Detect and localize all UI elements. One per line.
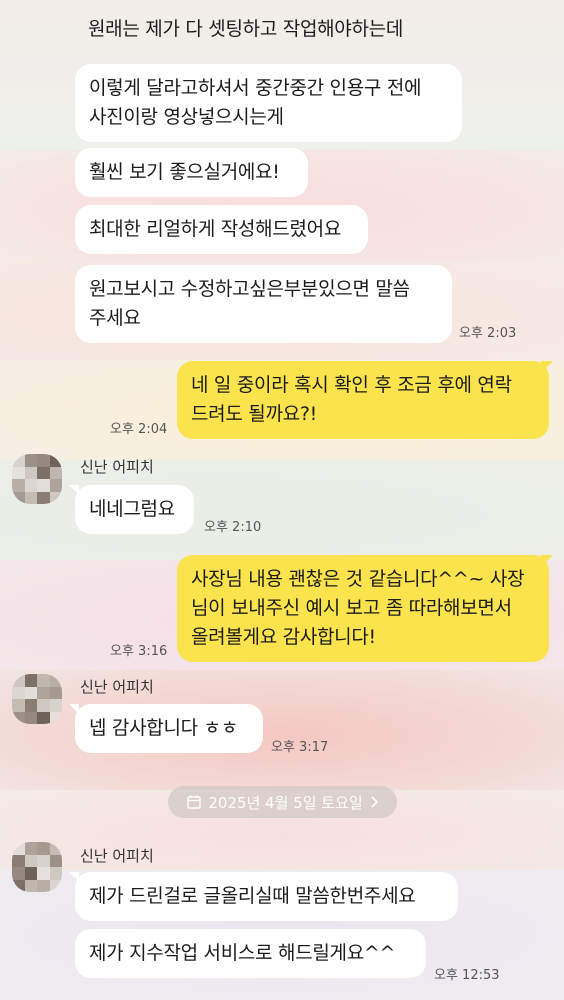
- avatar-pixel: [37, 854, 50, 867]
- avatar-pixel: [24, 854, 37, 867]
- chevron-right-icon: [369, 795, 379, 809]
- bubble-tail: [69, 704, 79, 714]
- avatar-pixel: [24, 867, 37, 880]
- avatar-pixel: [12, 454, 25, 467]
- avatar-pixel: [49, 479, 62, 492]
- message-time: 오후 3:16: [110, 644, 168, 659]
- sender-avatar[interactable]: [12, 842, 62, 892]
- avatar-pixel: [24, 879, 37, 892]
- avatar-pixel: [37, 479, 50, 492]
- message-bubble[interactable]: 넵 감사합니다 ㅎㅎ: [75, 704, 263, 753]
- avatar-pixel: [24, 491, 37, 504]
- avatar-pixel: [12, 854, 25, 867]
- message-bubble[interactable]: 훨씬 보기 좋으실거에요!: [75, 148, 308, 197]
- date-divider-label: 2025년 4월 5일 토요일: [208, 793, 363, 812]
- message-time: 오후 3:17: [271, 740, 329, 755]
- avatar-pixel: [24, 842, 37, 855]
- message-bubble[interactable]: 이렇게 달라고하셔서 중간중간 인용구 전에 사진이랑 영상넣으시는게: [75, 64, 462, 142]
- message-time: 오후 2:10: [204, 520, 262, 535]
- avatar-pixel: [12, 699, 25, 712]
- avatar-pixel: [49, 686, 62, 699]
- avatar-pixel: [49, 454, 62, 467]
- avatar-pixel: [12, 879, 25, 892]
- avatar-pixel: [49, 466, 62, 479]
- avatar-pixel: [12, 842, 25, 855]
- sender-name: 신난 어피치: [80, 458, 154, 476]
- avatar-pixel: [12, 491, 25, 504]
- avatar-pixel: [49, 867, 62, 880]
- avatar-pixel: [37, 699, 50, 712]
- avatar-pixel: [49, 711, 62, 724]
- avatar-pixel: [49, 491, 62, 504]
- sender-name: 신난 어피치: [80, 847, 154, 865]
- avatar-pixel: [24, 699, 37, 712]
- avatar-pixel: [49, 699, 62, 712]
- message-bubble[interactable]: 제가 지수작업 서비스로 해드릴게요^^: [75, 929, 426, 978]
- avatar-pixel: [37, 867, 50, 880]
- avatar-pixel: [37, 842, 50, 855]
- avatar-pixel: [12, 686, 25, 699]
- date-divider[interactable]: 2025년 4월 5일 토요일: [168, 786, 397, 818]
- avatar-pixel: [37, 879, 50, 892]
- avatar-pixel: [12, 466, 25, 479]
- avatar-pixel: [37, 686, 50, 699]
- avatar-pixel: [49, 879, 62, 892]
- bubble-tail: [69, 872, 79, 882]
- message-time: 오후 2:03: [459, 326, 517, 341]
- avatar-pixel: [37, 466, 50, 479]
- avatar-pixel: [12, 674, 25, 687]
- avatar-pixel: [49, 842, 62, 855]
- avatar-pixel: [12, 479, 25, 492]
- sender-avatar[interactable]: [12, 454, 62, 504]
- avatar-pixel: [24, 711, 37, 724]
- message-bubble[interactable]: 원고보시고 수정하고싶은부분있으면 말씀 주세요: [75, 265, 452, 343]
- sender-name: 신난 어피치: [80, 678, 154, 696]
- avatar-pixel: [24, 674, 37, 687]
- avatar-pixel: [49, 674, 62, 687]
- avatar-pixel: [37, 711, 50, 724]
- sender-avatar[interactable]: [12, 674, 62, 724]
- my-message-bubble[interactable]: 네 일 중이라 혹시 확인 후 조금 후에 연락 드려도 될까요?!: [177, 361, 549, 439]
- message-time: 오후 12:53: [434, 968, 500, 983]
- bubble-tail: [541, 361, 553, 373]
- avatar-pixel: [37, 454, 50, 467]
- bubble-tail: [541, 555, 553, 567]
- avatar-pixel: [24, 454, 37, 467]
- bubble-tail: [69, 485, 79, 495]
- calendar-icon: [186, 794, 202, 810]
- avatar-pixel: [24, 479, 37, 492]
- message-text: 원래는 제가 다 셋팅하고 작업해야하는데: [88, 18, 404, 40]
- avatar-pixel: [49, 854, 62, 867]
- avatar-pixel: [24, 686, 37, 699]
- message-time: 오후 2:04: [110, 422, 168, 437]
- my-message-bubble[interactable]: 사장님 내용 괜찮은 것 같습니다^^~ 사장 님이 보내주신 예시 보고 좀 …: [177, 555, 549, 662]
- avatar-pixel: [37, 674, 50, 687]
- message-bubble[interactable]: 제가 드린걸로 글올리실때 말씀한번주세요: [75, 872, 458, 921]
- message-bubble[interactable]: 네네그럼요: [75, 485, 194, 534]
- avatar-pixel: [37, 491, 50, 504]
- avatar-pixel: [24, 466, 37, 479]
- avatar-pixel: [12, 711, 25, 724]
- avatar-pixel: [12, 867, 25, 880]
- message-bubble[interactable]: 최대한 리얼하게 작성해드렸어요: [75, 205, 368, 254]
